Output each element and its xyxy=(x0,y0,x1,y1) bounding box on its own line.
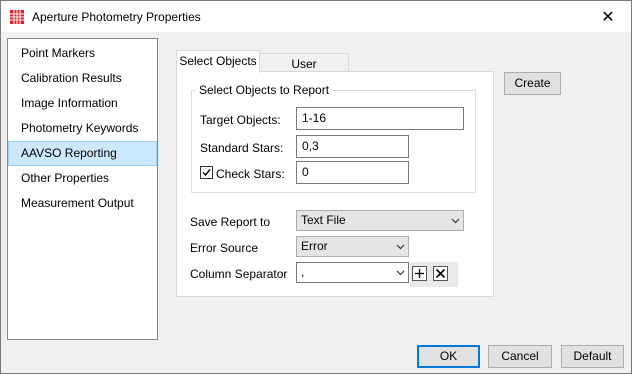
save-report-dropdown[interactable]: Text File xyxy=(296,210,464,231)
ok-button[interactable]: OK xyxy=(417,345,480,368)
column-separator-dropdown[interactable]: , xyxy=(296,262,409,283)
checkmark-icon xyxy=(202,169,211,177)
groupbox-title: Select Objects to Report xyxy=(196,83,333,97)
column-separator-value: , xyxy=(301,265,305,279)
tab-user-information[interactable]: User Information xyxy=(259,53,349,91)
plus-icon xyxy=(415,269,424,278)
sidebar-item-image-information[interactable]: Image Information xyxy=(8,91,157,116)
default-button[interactable]: Default xyxy=(561,345,624,368)
cancel-button[interactable]: Cancel xyxy=(488,345,552,368)
column-separator-label: Column Separator xyxy=(190,267,288,281)
chevron-down-icon xyxy=(451,218,460,224)
sidebar-item-calibration-results[interactable]: Calibration Results xyxy=(8,66,157,91)
tab-select-objects[interactable]: Select Objects xyxy=(176,50,260,73)
error-source-dropdown[interactable]: Error xyxy=(296,236,409,257)
check-stars-label: Check Stars: xyxy=(216,167,285,181)
close-icon: ✕ xyxy=(601,8,615,26)
check-stars-input[interactable]: 0 xyxy=(296,161,409,184)
properties-dialog: Aperture Photometry Properties ✕ Point M… xyxy=(0,0,632,374)
sidebar-item-other-properties[interactable]: Other Properties xyxy=(8,166,157,191)
target-objects-label: Target Objects: xyxy=(200,113,281,127)
standard-stars-input[interactable]: 0,3 xyxy=(296,135,409,158)
sidebar-item-photometry-keywords[interactable]: Photometry Keywords xyxy=(8,116,157,141)
category-list: Point Markers Calibration Results Image … xyxy=(7,38,158,340)
remove-separator-button[interactable] xyxy=(433,266,448,281)
add-separator-button[interactable] xyxy=(412,266,427,281)
sidebar-item-measurement-output[interactable]: Measurement Output xyxy=(8,191,157,216)
delete-x-icon xyxy=(435,268,446,279)
title-bar: Aperture Photometry Properties ✕ xyxy=(1,1,631,32)
window-title: Aperture Photometry Properties xyxy=(32,10,201,24)
sidebar-item-point-markers[interactable]: Point Markers xyxy=(8,41,157,66)
check-stars-checkbox[interactable] xyxy=(200,166,213,179)
chevron-down-icon xyxy=(396,270,405,276)
save-report-label: Save Report to xyxy=(190,215,271,229)
target-objects-input[interactable]: 1-16 xyxy=(296,107,464,130)
sidebar-item-aavso-reporting[interactable]: AAVSO Reporting xyxy=(8,141,157,166)
error-source-value: Error xyxy=(301,239,328,253)
save-report-value: Text File xyxy=(301,213,346,227)
standard-stars-label: Standard Stars: xyxy=(200,141,284,155)
chevron-down-icon xyxy=(396,244,405,250)
app-icon xyxy=(10,10,24,24)
error-source-label: Error Source xyxy=(190,241,259,255)
create-button[interactable]: Create xyxy=(504,72,561,95)
close-button[interactable]: ✕ xyxy=(585,1,631,32)
